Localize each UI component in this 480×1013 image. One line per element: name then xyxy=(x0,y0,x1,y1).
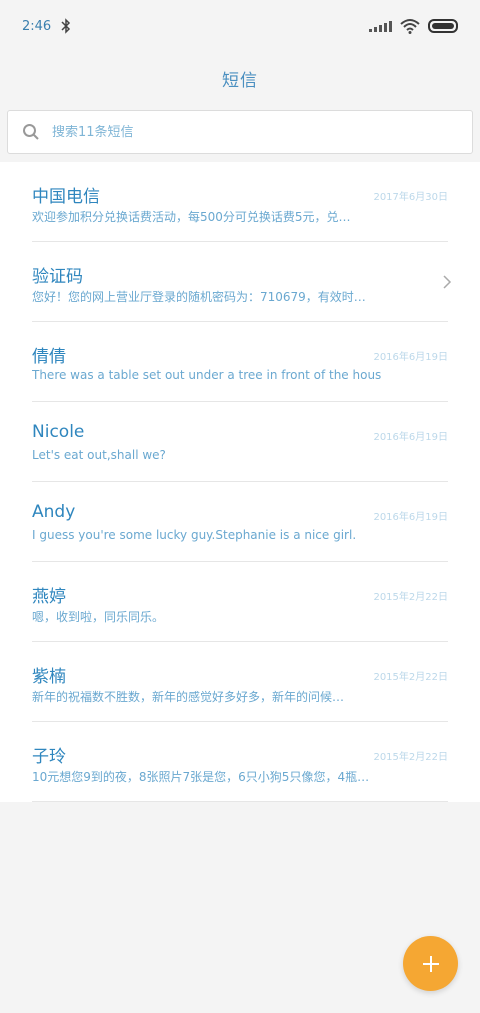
conversation-preview: Let's eat out,shall we? xyxy=(32,448,166,462)
conversation-row[interactable]: 燕婷 2015年2月22日 嗯，收到啦，同乐同乐。 xyxy=(32,562,448,642)
search-bar xyxy=(0,104,480,162)
conversation-name: Andy xyxy=(32,502,76,522)
conversation-preview: 10元想您9到的夜，8张照片7张是您，6只小狗5只像您，4瓶… xyxy=(32,770,370,784)
conversation-row[interactable]: Nicole 2016年6月19日 Let's eat out,shall we… xyxy=(32,402,448,482)
conversation-date: 2015年2月22日 xyxy=(373,672,448,683)
bluetooth-icon xyxy=(61,18,71,34)
status-icons xyxy=(369,18,458,34)
search-icon xyxy=(23,124,39,140)
conversation-row[interactable]: 验证码 您好！您的网上营业厅登录的随机密码为：710679，有效时… xyxy=(32,242,452,322)
conversation-date: 2017年6月30日 xyxy=(373,192,448,203)
title-bar: 短信 xyxy=(0,52,480,104)
conversation-date: 2015年2月22日 xyxy=(373,752,448,763)
conversation-preview: 新年的祝福数不胜数，新年的感觉好多好多，新年的问候… xyxy=(32,690,345,704)
status-bar: 2:46 xyxy=(0,0,480,52)
conversation-date: 2016年6月19日 xyxy=(373,512,448,523)
conversation-name: Nicole xyxy=(32,422,85,442)
conversation-row[interactable]: 中国电信 2017年6月30日 欢迎参加积分兑换话费活动，每500分可兑换话费5… xyxy=(32,162,448,242)
status-time: 2:46 xyxy=(22,18,52,34)
conversation-date: 2015年2月22日 xyxy=(373,592,448,603)
conversation-row[interactable]: 子玲 2015年2月22日 10元想您9到的夜，8张照片7张是您，6只小狗5只像… xyxy=(32,722,448,802)
conversation-preview: 嗯，收到啦，同乐同乐。 xyxy=(32,610,165,624)
conversation-row[interactable]: 倩倩 2016年6月19日 There was a table set out … xyxy=(32,322,448,402)
signal-icon xyxy=(369,20,392,32)
conversation-name: 子玲 xyxy=(32,747,66,767)
conversation-date: 2016年6月19日 xyxy=(373,352,448,363)
conversation-preview: 您好！您的网上营业厅登录的随机密码为：710679，有效时… xyxy=(32,290,366,304)
conversation-row[interactable]: 紫楠 2015年2月22日 新年的祝福数不胜数，新年的感觉好多好多，新年的问候… xyxy=(32,642,448,722)
conversation-preview: 欢迎参加积分兑换话费活动，每500分可兑换话费5元，兑… xyxy=(32,210,351,224)
conversation-name: 紫楠 xyxy=(32,667,66,687)
new-message-button[interactable] xyxy=(403,936,458,991)
search-input[interactable] xyxy=(52,124,458,140)
search-box[interactable] xyxy=(7,110,473,154)
conversation-date: 2016年6月19日 xyxy=(373,432,448,443)
conversation-name: 燕婷 xyxy=(32,587,66,607)
chevron-right-icon[interactable] xyxy=(442,274,452,290)
conversation-list: 中国电信 2017年6月30日 欢迎参加积分兑换话费活动，每500分可兑换话费5… xyxy=(0,162,480,802)
page-title: 短信 xyxy=(222,70,258,91)
conversation-name: 验证码 xyxy=(32,267,83,287)
conversation-preview: There was a table set out under a tree i… xyxy=(32,368,382,382)
conversation-row[interactable]: Andy 2016年6月19日 I guess you're some luck… xyxy=(32,482,448,562)
battery-icon xyxy=(428,19,458,33)
plus-icon xyxy=(422,955,439,972)
conversation-preview: I guess you're some lucky guy.Stephanie … xyxy=(32,528,357,542)
wifi-icon xyxy=(400,19,420,34)
conversation-name: 中国电信 xyxy=(32,187,100,207)
conversation-name: 倩倩 xyxy=(32,347,66,367)
